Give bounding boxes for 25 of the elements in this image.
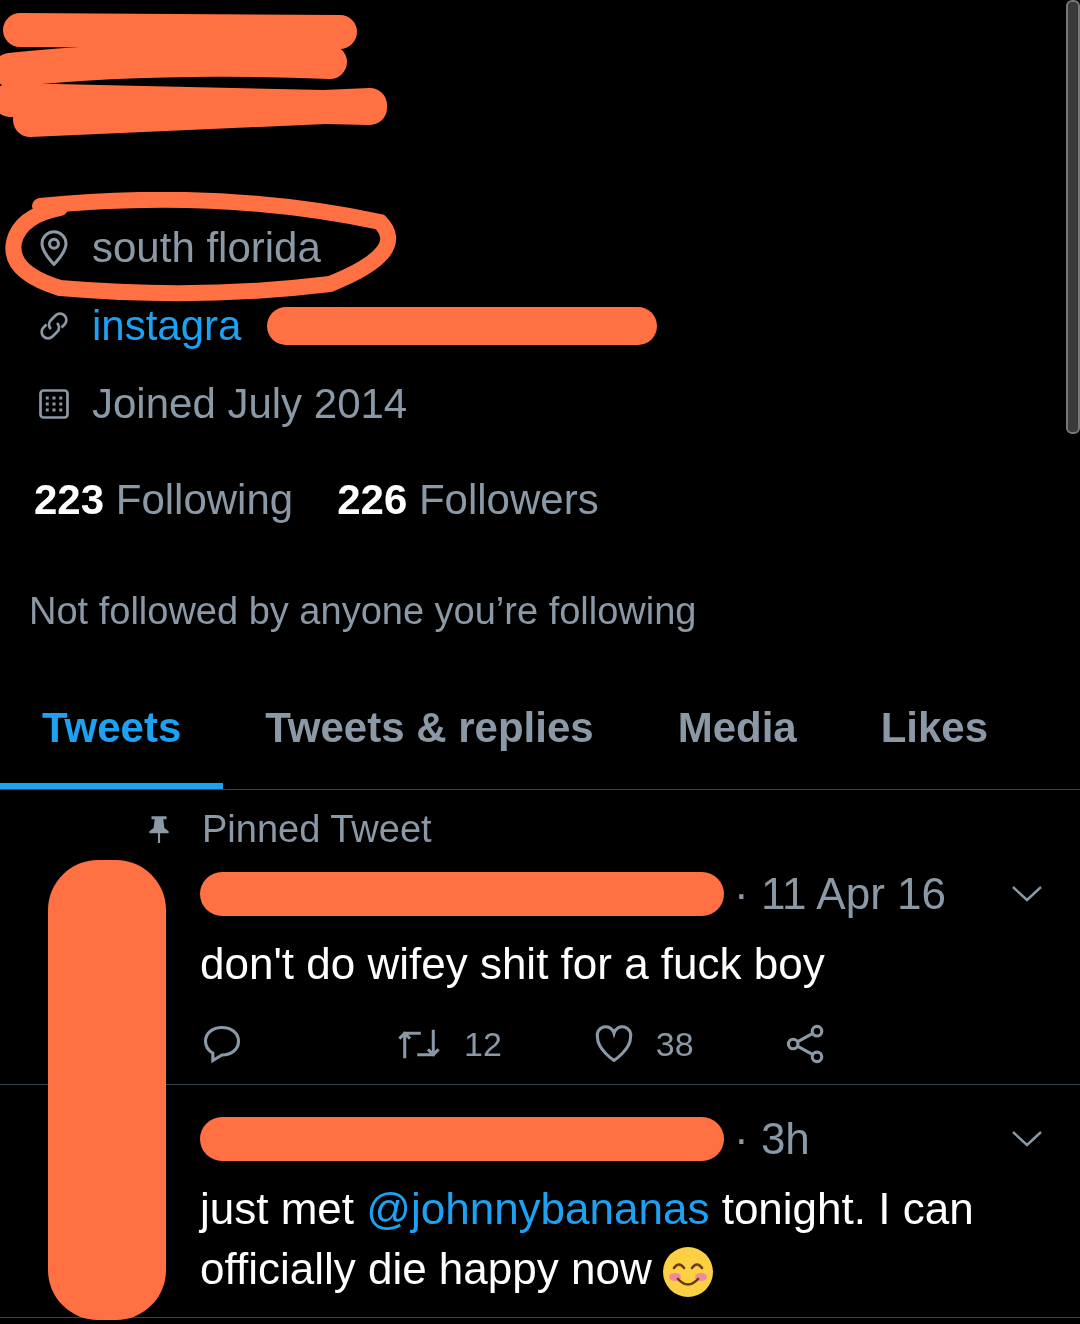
followed-by-note: Not followed by anyone you’re following [28, 589, 698, 633]
joined-date: Joined July 2014 [92, 380, 408, 428]
profile-tab[interactable]: Media [635, 673, 839, 789]
profile-tab[interactable]: Tweets [0, 673, 224, 789]
calendar-icon [36, 386, 72, 422]
profile-tab[interactable]: Tweets & replies [223, 673, 636, 789]
location-text: south florida [92, 224, 321, 272]
scrollbar[interactable] [1066, 0, 1080, 434]
smiling-face-icon [661, 1246, 714, 1299]
followers-count[interactable]: 226 Followers [337, 476, 599, 524]
following-count[interactable]: 223 Following [34, 476, 294, 524]
pinned-label: Pinned Tweet [202, 807, 432, 851]
chevron-down-icon[interactable] [1010, 1129, 1044, 1149]
tweet-text: just met @johnnybananas tonight. I can officially die happy now [200, 1179, 1044, 1299]
pin-icon [146, 814, 172, 844]
retweet-count: 12 [464, 1024, 502, 1064]
tweet-time: · 3h [734, 1114, 810, 1164]
like-count: 38 [655, 1024, 694, 1064]
mention-link[interactable]: @johnnybananas [366, 1184, 710, 1233]
tweet-text: don't do wifey shit for a fuck boy [200, 938, 826, 990]
location-pin-icon [40, 230, 68, 266]
profile-link[interactable]: instagra [92, 302, 242, 350]
tweet-time: · 11 Apr 16 [734, 869, 946, 919]
profile-tab[interactable]: Likes [838, 673, 1031, 789]
chevron-down-icon[interactable] [1010, 884, 1044, 904]
